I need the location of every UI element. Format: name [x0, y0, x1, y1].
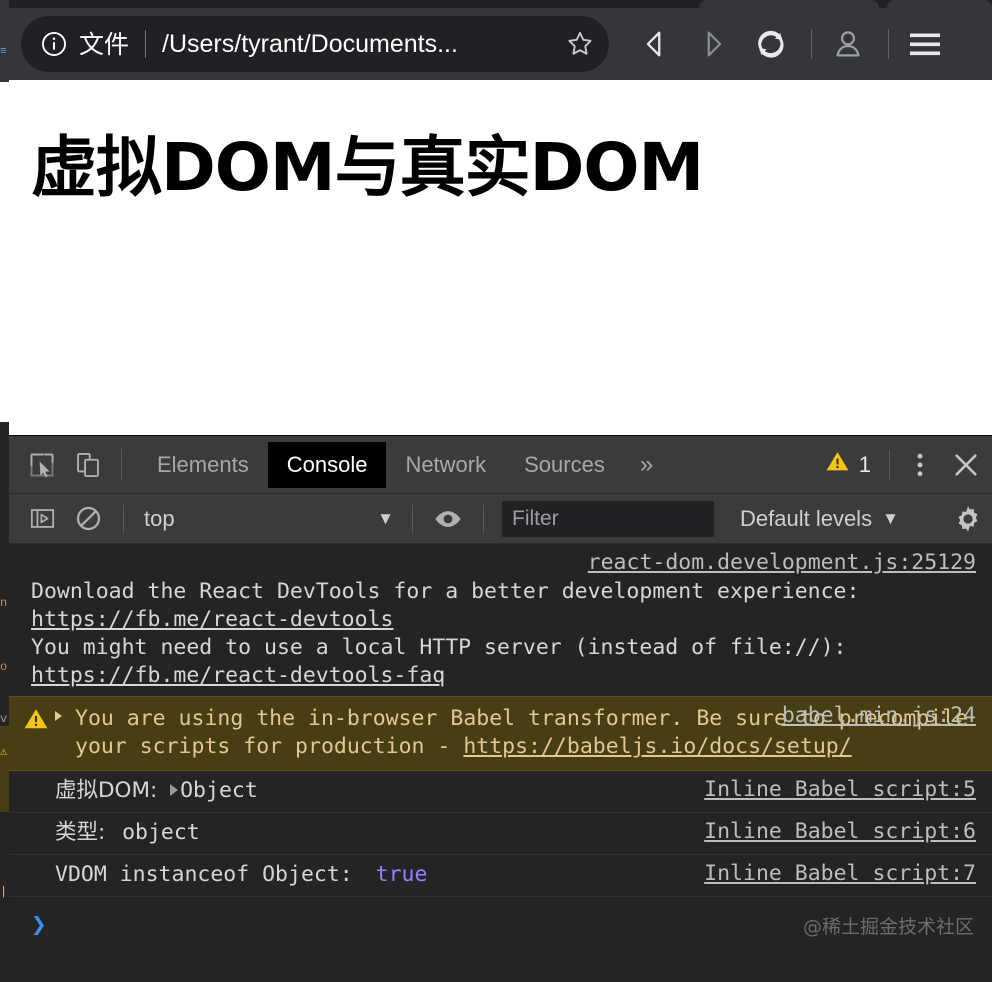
background-console-fragment-5: |: [0, 885, 8, 899]
console-message-list: react-dom.development.js:25129 Download …: [9, 544, 992, 982]
more-tabs-icon[interactable]: »: [624, 451, 669, 479]
background-console-warning-band: [0, 726, 9, 812]
navigation-controls: [633, 22, 992, 66]
browser-tab-2[interactable]: [887, 0, 992, 8]
inspect-element-icon[interactable]: [19, 442, 65, 488]
console-link-react-devtools[interactable]: https://fb.me/react-devtools: [31, 607, 393, 632]
console-sidebar-icon[interactable]: [19, 496, 65, 542]
clear-console-icon[interactable]: [65, 496, 111, 542]
gear-icon[interactable]: [944, 497, 992, 541]
console-filter-toolbar: top ▼ Default levels ▼: [9, 494, 992, 544]
execution-context-select[interactable]: top ▼: [136, 500, 400, 538]
bookmark-star-icon[interactable]: [565, 29, 595, 59]
console-text-1: Download the React DevTools for a better…: [31, 579, 873, 604]
console-log-value: object: [122, 820, 200, 845]
toolbar-divider-2: [888, 29, 889, 59]
log-levels-select[interactable]: Default levels ▼: [740, 506, 899, 532]
background-window-sliver: ≡ n o v ⚠ |: [0, 0, 9, 982]
filterbar-divider-1: [123, 504, 124, 533]
page-title: 虚拟DOM与真实DOM: [31, 129, 704, 206]
devtools-tab-divider: [121, 448, 122, 481]
background-window-text-fragment: ≡: [0, 46, 7, 58]
console-message-source[interactable]: Inline Babel script:7: [704, 860, 976, 888]
reload-icon[interactable]: [749, 22, 793, 66]
tab-elements[interactable]: Elements: [138, 442, 268, 488]
execution-context-value: top: [144, 505, 175, 531]
console-message-source[interactable]: Inline Babel script:5: [704, 776, 976, 804]
console-link-react-devtools-faq[interactable]: https://fb.me/react-devtools-faq: [31, 663, 445, 688]
tabbar-right-divider: [889, 449, 890, 480]
console-message-info[interactable]: react-dom.development.js:25129 Download …: [9, 544, 992, 696]
page-viewport: 虚拟DOM与真实DOM: [9, 80, 992, 435]
toolbar-divider-1: [811, 29, 812, 59]
console-message-log[interactable]: Inline Babel script:7 VDOM instanceof Ob…: [9, 855, 992, 897]
console-message-log[interactable]: Inline Babel script:6 类型: object: [9, 813, 992, 855]
address-scheme-label: 文件: [79, 29, 130, 59]
console-text-2: You might need to use a local HTTP serve…: [31, 635, 847, 660]
filterbar-divider-2: [412, 504, 413, 533]
console-log-label: 虚拟DOM:: [55, 778, 165, 803]
console-prompt-row[interactable]: ❯ @稀土掘金技术社区: [9, 897, 992, 953]
console-log-label: 类型:: [55, 820, 113, 845]
warning-count-text: 1: [858, 451, 871, 477]
console-message-log[interactable]: Inline Babel script:5 虚拟DOM: Object: [9, 771, 992, 813]
devtools-tabbar: Elements Console Network Sources » 1: [9, 436, 992, 494]
tab-sources[interactable]: Sources: [505, 442, 624, 488]
background-console-fragment-4: ⚠: [0, 745, 8, 759]
background-console-fragment-3: v: [0, 712, 8, 726]
console-link-babel-setup[interactable]: https://babeljs.io/docs/setup/: [463, 734, 851, 759]
chevron-down-icon: ▼: [377, 508, 394, 528]
address-url-text[interactable]: /Users/tyrant/Documents...: [162, 32, 555, 57]
screenshot-root: ≡ n o v ⚠ | 文件 /Users/tyrant/Documents..…: [0, 0, 992, 982]
warning-triangle-icon: [825, 449, 850, 480]
console-log-value[interactable]: Object: [180, 778, 258, 803]
filter-input[interactable]: [502, 500, 714, 537]
background-console-fragment-2: o: [0, 660, 8, 674]
background-console-fragment-1: n: [0, 596, 8, 610]
tab-strip: [9, 0, 992, 8]
console-log-label: VDOM instanceof Object:: [55, 862, 366, 887]
browser-tab-1[interactable]: [699, 0, 879, 8]
filterbar-divider-3: [483, 504, 484, 533]
console-message-source[interactable]: babel.min.js:24: [782, 702, 976, 730]
console-log-value: true: [375, 862, 428, 887]
address-divider: [145, 30, 147, 58]
back-arrow-icon[interactable]: [633, 22, 677, 66]
tab-network[interactable]: Network: [386, 442, 505, 488]
profile-person-icon[interactable]: [826, 22, 870, 66]
browser-toolbar: 文件 /Users/tyrant/Documents...: [9, 8, 992, 80]
more-options-icon[interactable]: [900, 443, 940, 487]
info-circle-icon[interactable]: [41, 31, 67, 57]
browser-window: 文件 /Users/tyrant/Documents... 虚拟DOM与真实DO…: [9, 0, 992, 982]
address-bar[interactable]: 文件 /Users/tyrant/Documents...: [21, 16, 609, 72]
devtools-panel: Elements Console Network Sources » 1 top…: [9, 435, 992, 982]
prompt-caret-icon: ❯: [31, 910, 47, 940]
warning-count-badge[interactable]: 1: [825, 449, 871, 480]
live-expression-eye-icon[interactable]: [425, 496, 471, 542]
close-icon[interactable]: [940, 443, 992, 487]
watermark-text: @稀土掘金技术社区: [802, 916, 974, 938]
chevron-down-icon-levels: ▼: [882, 508, 899, 528]
console-message-warning[interactable]: babel.min.js:24 You are using the in-bro…: [9, 696, 992, 771]
console-message-source[interactable]: react-dom.development.js:25129: [588, 549, 976, 577]
log-levels-label: Default levels: [740, 505, 873, 531]
device-toolbar-icon[interactable]: [65, 442, 111, 488]
expand-arrow-icon[interactable]: [170, 784, 179, 796]
forward-arrow-icon[interactable]: [691, 22, 735, 66]
console-message-body: Download the React DevTools for a better…: [31, 578, 980, 690]
background-window-page: [0, 82, 9, 422]
expand-arrow-icon[interactable]: [55, 711, 62, 721]
warning-triangle-icon: [23, 706, 49, 732]
tab-console[interactable]: Console: [267, 441, 387, 488]
console-message-source[interactable]: Inline Babel script:6: [704, 818, 976, 846]
hamburger-menu-icon[interactable]: [903, 22, 947, 66]
